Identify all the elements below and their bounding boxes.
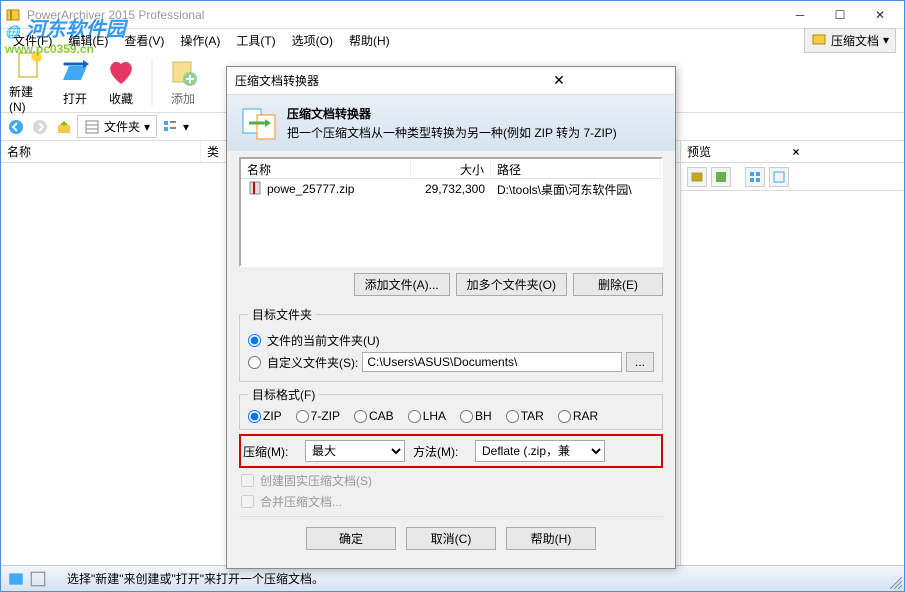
col-size[interactable]: 大小 — [411, 159, 491, 178]
preview-toolbar — [681, 163, 904, 191]
radio-tar[interactable] — [506, 410, 519, 423]
status-icon-1 — [7, 570, 25, 588]
pv-btn-2[interactable] — [711, 167, 731, 187]
zip-icon — [247, 180, 263, 199]
radio-lha[interactable] — [408, 410, 421, 423]
menu-options[interactable]: 选项(O) — [284, 30, 341, 51]
toolbar-add[interactable]: 添加 — [163, 56, 203, 107]
merge-checkbox — [241, 495, 254, 508]
maximize-button[interactable]: ☐ — [820, 3, 860, 27]
help-button[interactable]: 帮助(H) — [506, 527, 596, 550]
status-text: 选择"新建"来创建或"打开"来打开一个压缩文档。 — [67, 570, 324, 587]
preview-header: 预览 × — [681, 141, 904, 163]
toolbar-open[interactable]: 打开 — [55, 56, 95, 107]
heart-icon — [105, 56, 137, 88]
toolbar-new[interactable]: 新建(N) — [9, 49, 49, 114]
radio-custom-folder[interactable] — [248, 356, 261, 369]
dialog-close-icon[interactable]: ✕ — [451, 72, 667, 89]
toolbar-separator — [151, 58, 153, 106]
nav-forward[interactable] — [29, 116, 51, 138]
col-name[interactable]: 名称 — [241, 159, 411, 178]
solid-checkbox — [241, 474, 254, 487]
pv-btn-1[interactable] — [687, 167, 707, 187]
nav-style-btn[interactable] — [159, 116, 181, 138]
menu-bar: 文件(F) 编辑(E) 查看(V) 操作(A) 工具(T) 选项(O) 帮助(H… — [1, 29, 904, 51]
chevron-down-icon: ▾ — [883, 33, 889, 47]
new-icon — [13, 49, 45, 81]
menu-file[interactable]: 文件(F) — [5, 30, 60, 51]
app-window: 🌐 河东软件园 www.pc0359.cn PowerArchiver 2015… — [0, 0, 905, 592]
radio-bh[interactable] — [460, 410, 473, 423]
pv-btn-3[interactable] — [745, 167, 765, 187]
archive-icon — [811, 31, 827, 50]
preview-panel: 预览 × — [681, 141, 904, 581]
radio-7zip[interactable] — [296, 410, 309, 423]
banner-title: 压缩文档转换器 — [287, 105, 617, 122]
converter-dialog: 压缩文档转换器 ✕ 压缩文档转换器 把一个压缩文档从一种类型转换为另一种(例如 … — [226, 66, 676, 569]
title-bar: PowerArchiver 2015 Professional ─ ☐ ✕ — [1, 1, 904, 29]
chevron-down-icon[interactable]: ▾ — [183, 120, 189, 134]
converter-icon — [239, 103, 279, 143]
status-icon-2 — [29, 570, 47, 588]
menu-view[interactable]: 查看(V) — [116, 30, 172, 51]
app-icon — [5, 7, 21, 23]
menu-edit[interactable]: 编辑(E) — [60, 30, 116, 51]
banner-desc: 把一个压缩文档从一种类型转换为另一种(例如 ZIP 转为 7-ZIP) — [287, 126, 617, 140]
custom-path-input[interactable] — [362, 352, 622, 372]
nav-views-dropdown[interactable]: 文件夹 ▾ — [77, 115, 157, 138]
toolbar-favorites[interactable]: 收藏 — [101, 56, 141, 107]
open-icon — [59, 56, 91, 88]
resize-grip[interactable] — [890, 577, 902, 589]
minimize-button[interactable]: ─ — [780, 3, 820, 27]
compress-label: 压缩(M): — [243, 443, 297, 460]
archive-mode-button[interactable]: 压缩文档 ▾ — [804, 28, 896, 53]
col-name[interactable]: 名称 — [1, 141, 201, 162]
dialog-titlebar: 压缩文档转换器 ✕ — [227, 67, 675, 95]
pv-btn-4[interactable] — [769, 167, 789, 187]
add-folders-button[interactable]: 加多个文件夹(O) — [456, 273, 567, 296]
nav-up[interactable] — [53, 116, 75, 138]
cancel-button[interactable]: 取消(C) — [406, 527, 496, 550]
file-list: 名称 大小 路径 powe_25777.zip 29,732,300 D:\to… — [239, 157, 663, 267]
compression-row: 压缩(M): 最大 方法(M): Deflate (.zip，兼 — [239, 434, 663, 468]
window-title: PowerArchiver 2015 Professional — [27, 8, 780, 22]
nav-back[interactable] — [5, 116, 27, 138]
method-label: 方法(M): — [413, 443, 467, 460]
preview-close-icon[interactable]: × — [793, 145, 899, 159]
ok-button[interactable]: 确定 — [306, 527, 396, 550]
radio-current-folder[interactable] — [248, 334, 261, 347]
close-button[interactable]: ✕ — [860, 3, 900, 27]
target-format-group: 目标格式(F) ZIP 7-ZIP CAB LHA BH TAR RAR — [239, 386, 663, 430]
compress-select[interactable]: 最大 — [305, 440, 405, 462]
menu-help[interactable]: 帮助(H) — [341, 30, 398, 51]
method-select[interactable]: Deflate (.zip，兼 — [475, 440, 605, 462]
dialog-banner: 压缩文档转换器 把一个压缩文档从一种类型转换为另一种(例如 ZIP 转为 7-Z… — [227, 95, 675, 151]
menu-tools[interactable]: 工具(T) — [228, 30, 283, 51]
list-item[interactable]: powe_25777.zip 29,732,300 D:\tools\桌面\河东… — [241, 179, 661, 199]
chevron-down-icon: ▾ — [144, 120, 150, 134]
add-file-button[interactable]: 添加文件(A)... — [354, 273, 450, 296]
menu-action[interactable]: 操作(A) — [172, 30, 228, 51]
col-path[interactable]: 路径 — [491, 159, 661, 178]
radio-cab[interactable] — [354, 410, 367, 423]
radio-zip[interactable] — [248, 410, 261, 423]
radio-rar[interactable] — [558, 410, 571, 423]
browse-button[interactable]: ... — [626, 352, 654, 372]
target-folder-group: 目标文件夹 文件的当前文件夹(U) 自定义文件夹(S): ... — [239, 306, 663, 382]
add-icon — [167, 56, 199, 88]
remove-button[interactable]: 删除(E) — [573, 273, 663, 296]
